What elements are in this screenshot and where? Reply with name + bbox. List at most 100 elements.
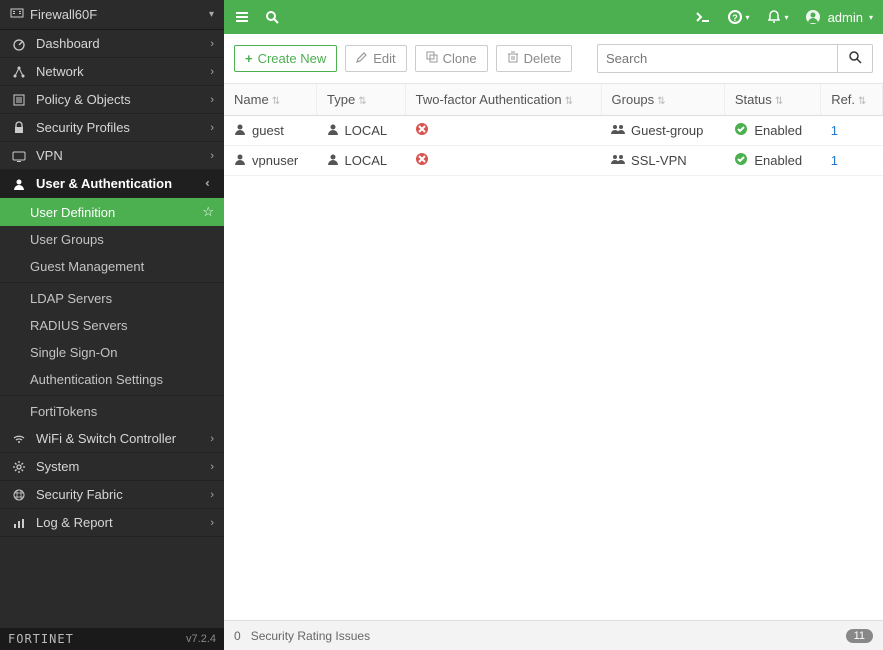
cell-ref[interactable]: 1 — [831, 153, 838, 168]
bell-icon[interactable]: ▾ — [766, 9, 789, 25]
nav-user-auth[interactable]: User & Authentication ⌄ — [0, 170, 224, 198]
edit-button[interactable]: Edit — [345, 45, 406, 72]
menu-toggle-icon[interactable] — [234, 9, 250, 25]
group-icon — [611, 123, 625, 138]
chevron-right-icon: › — [210, 122, 214, 134]
nav-log[interactable]: Log & Report › — [0, 509, 224, 537]
wifi-icon — [10, 432, 28, 446]
cell-name: vpnuser — [252, 153, 298, 168]
plus-icon: + — [245, 51, 253, 66]
nav-vpn[interactable]: VPN › — [0, 142, 224, 170]
nav-dashboard[interactable]: Dashboard › — [0, 30, 224, 58]
chevron-right-icon: › — [210, 433, 214, 445]
group-icon — [611, 153, 625, 168]
issues-label[interactable]: Security Rating Issues — [251, 629, 370, 643]
subnav-user-definition[interactable]: User Definition ☆ — [0, 198, 224, 226]
fabric-icon — [10, 488, 28, 502]
user-icon — [10, 177, 28, 191]
footer: 0 Security Rating Issues 11 — [224, 620, 883, 650]
chevron-right-icon: › — [210, 66, 214, 78]
svg-text:?: ? — [732, 13, 738, 23]
subnav-radius[interactable]: RADIUS Servers — [0, 312, 224, 339]
device-icon — [10, 6, 24, 23]
device-caret-icon: ▾ — [209, 9, 214, 20]
admin-menu[interactable]: admin▾ — [805, 9, 873, 25]
create-new-button[interactable]: + Create New — [234, 45, 337, 72]
two-factor-disabled-icon — [415, 154, 429, 169]
search-input[interactable] — [597, 44, 837, 73]
star-icon[interactable]: ☆ — [202, 204, 214, 220]
network-icon — [10, 65, 28, 79]
chevron-right-icon: › — [210, 38, 214, 50]
policy-icon — [10, 93, 28, 107]
table-row[interactable]: guest LOCAL Guest-group Enabled 1 — [224, 116, 883, 146]
delete-button[interactable]: Delete — [496, 45, 573, 72]
clone-button[interactable]: Clone — [415, 45, 488, 72]
nav-wifi[interactable]: WiFi & Switch Controller › — [0, 425, 224, 453]
vpn-icon — [10, 149, 28, 163]
nav-policy[interactable]: Policy & Objects › — [0, 86, 224, 114]
version: v7.2.4 — [186, 633, 216, 645]
subnav-ldap[interactable]: LDAP Servers — [0, 285, 224, 312]
user-icon — [234, 153, 246, 168]
subnav-sso[interactable]: Single Sign-On — [0, 339, 224, 366]
cell-type: LOCAL — [345, 123, 388, 138]
cell-name: guest — [252, 123, 284, 138]
chevron-right-icon: › — [210, 94, 214, 106]
dashboard-icon — [10, 37, 28, 51]
cell-status: Enabled — [754, 153, 802, 168]
col-status[interactable]: Status⇅ — [724, 84, 820, 116]
user-table: Name⇅ Type⇅ Two-factor Authentication⇅ G… — [224, 84, 883, 176]
nav-system[interactable]: System › — [0, 453, 224, 481]
nav-network[interactable]: Network › — [0, 58, 224, 86]
sidebar-footer: FORTINET v7.2.4 — [0, 628, 224, 650]
chevron-right-icon: › — [210, 150, 214, 162]
issues-count: 0 — [234, 629, 241, 643]
subnav-user-groups[interactable]: User Groups — [0, 226, 224, 253]
content: Name⇅ Type⇅ Two-factor Authentication⇅ G… — [224, 84, 883, 620]
user-icon — [234, 123, 246, 138]
topbar: ?▾ ▾ admin▾ — [224, 0, 883, 34]
cell-status: Enabled — [754, 123, 802, 138]
nav-security[interactable]: Security Profiles › — [0, 114, 224, 142]
status-enabled-icon — [734, 152, 748, 169]
cell-group: SSL-VPN — [631, 153, 687, 168]
subnav-guest-mgmt[interactable]: Guest Management — [0, 253, 224, 280]
status-enabled-icon — [734, 122, 748, 139]
user-icon — [327, 123, 339, 138]
user-icon — [327, 153, 339, 168]
brand-logo: FORTINET — [8, 632, 74, 646]
col-name[interactable]: Name⇅ — [224, 84, 317, 116]
col-two-factor[interactable]: Two-factor Authentication⇅ — [405, 84, 601, 116]
footer-badge[interactable]: 11 — [846, 629, 873, 643]
search-icon[interactable] — [264, 9, 280, 25]
pencil-icon — [356, 51, 368, 66]
help-icon[interactable]: ?▾ — [727, 9, 750, 25]
col-type[interactable]: Type⇅ — [317, 84, 406, 116]
clone-icon — [426, 51, 438, 66]
gear-icon — [10, 460, 28, 474]
subnav-fortitokens[interactable]: FortiTokens — [0, 398, 224, 425]
table-row[interactable]: vpnuser LOCAL SSL-VPN Enabled 1 — [224, 146, 883, 176]
device-name: Firewall60F — [30, 7, 97, 22]
subnav-auth-settings[interactable]: Authentication Settings — [0, 366, 224, 393]
col-groups[interactable]: Groups⇅ — [601, 84, 724, 116]
chart-icon — [10, 516, 28, 530]
chevron-down-icon: ⌄ — [203, 179, 216, 188]
sidebar: Firewall60F ▾ Dashboard › Network › Poli… — [0, 0, 224, 650]
col-ref[interactable]: Ref.⇅ — [821, 84, 883, 116]
cell-ref[interactable]: 1 — [831, 123, 838, 138]
lock-icon — [10, 121, 28, 135]
chevron-right-icon: › — [210, 517, 214, 529]
admin-label: admin — [828, 10, 863, 25]
nav-fabric[interactable]: Security Fabric › — [0, 481, 224, 509]
device-header[interactable]: Firewall60F ▾ — [0, 0, 224, 30]
chevron-right-icon: › — [210, 489, 214, 501]
cell-group: Guest-group — [631, 123, 703, 138]
search-button[interactable] — [837, 44, 873, 73]
main: ?▾ ▾ admin▾ + Create New Edit Clone Dele… — [224, 0, 883, 650]
cli-icon[interactable] — [695, 9, 711, 25]
two-factor-disabled-icon — [415, 124, 429, 139]
cell-type: LOCAL — [345, 153, 388, 168]
chevron-right-icon: › — [210, 461, 214, 473]
